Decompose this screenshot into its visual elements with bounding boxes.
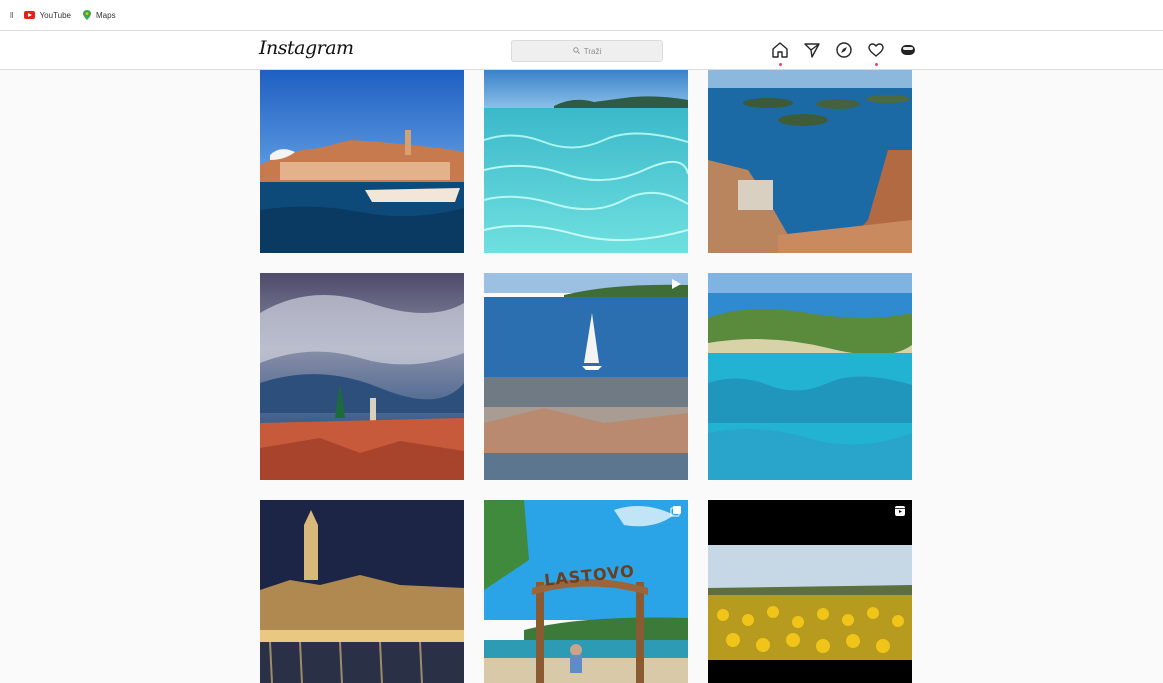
reel-icon [895, 506, 905, 516]
post-cathedral-clouds[interactable] [260, 273, 464, 480]
search-placeholder: Traži [583, 46, 602, 56]
post-image [708, 500, 912, 683]
search-icon [573, 46, 580, 56]
activity-icon[interactable] [866, 40, 886, 66]
post-sailboat-town[interactable] [484, 273, 688, 480]
post-image [708, 273, 912, 480]
notification-dot [779, 63, 782, 66]
video-icon [672, 279, 681, 289]
instagram-header: Instagram Traži [0, 31, 1163, 70]
profile-avatar[interactable] [898, 40, 918, 60]
post-image [260, 500, 464, 683]
bookmark-label: YouTube [39, 10, 71, 20]
bookmarks-bar: ll YouTube Maps [0, 0, 1163, 31]
bookmark-maps[interactable]: Maps [83, 10, 116, 20]
post-image [260, 70, 464, 253]
post-image [484, 500, 688, 683]
instagram-logo[interactable]: Instagram [259, 37, 354, 59]
post-coastal-town[interactable] [260, 70, 464, 253]
carousel-icon [670, 506, 681, 517]
nav-icons [770, 40, 930, 66]
maps-icon [83, 10, 91, 20]
post-lagoon-islands[interactable] [708, 273, 912, 480]
post-islands-harbor[interactable] [708, 70, 912, 253]
explore-icon[interactable] [834, 40, 854, 60]
search-input[interactable]: Traži [511, 40, 663, 62]
bookmark-label: Maps [96, 10, 116, 20]
post-image [260, 273, 464, 480]
post-image [484, 70, 688, 253]
post-image [484, 273, 688, 480]
post-grid: LASTOVO [260, 70, 912, 683]
bookmark-youtube[interactable]: YouTube [23, 10, 71, 20]
direct-icon[interactable] [802, 40, 822, 60]
apps-shortcut[interactable]: ll [10, 11, 14, 20]
post-lastovo-swing[interactable]: LASTOVO [484, 500, 688, 683]
post-turquoise-sea[interactable] [484, 70, 688, 253]
post-sunflower-field[interactable] [708, 500, 912, 683]
notification-dot [875, 63, 878, 66]
youtube-icon [23, 11, 35, 19]
post-night-cathedral[interactable] [260, 500, 464, 683]
home-icon[interactable] [770, 40, 790, 66]
post-image [708, 70, 912, 253]
